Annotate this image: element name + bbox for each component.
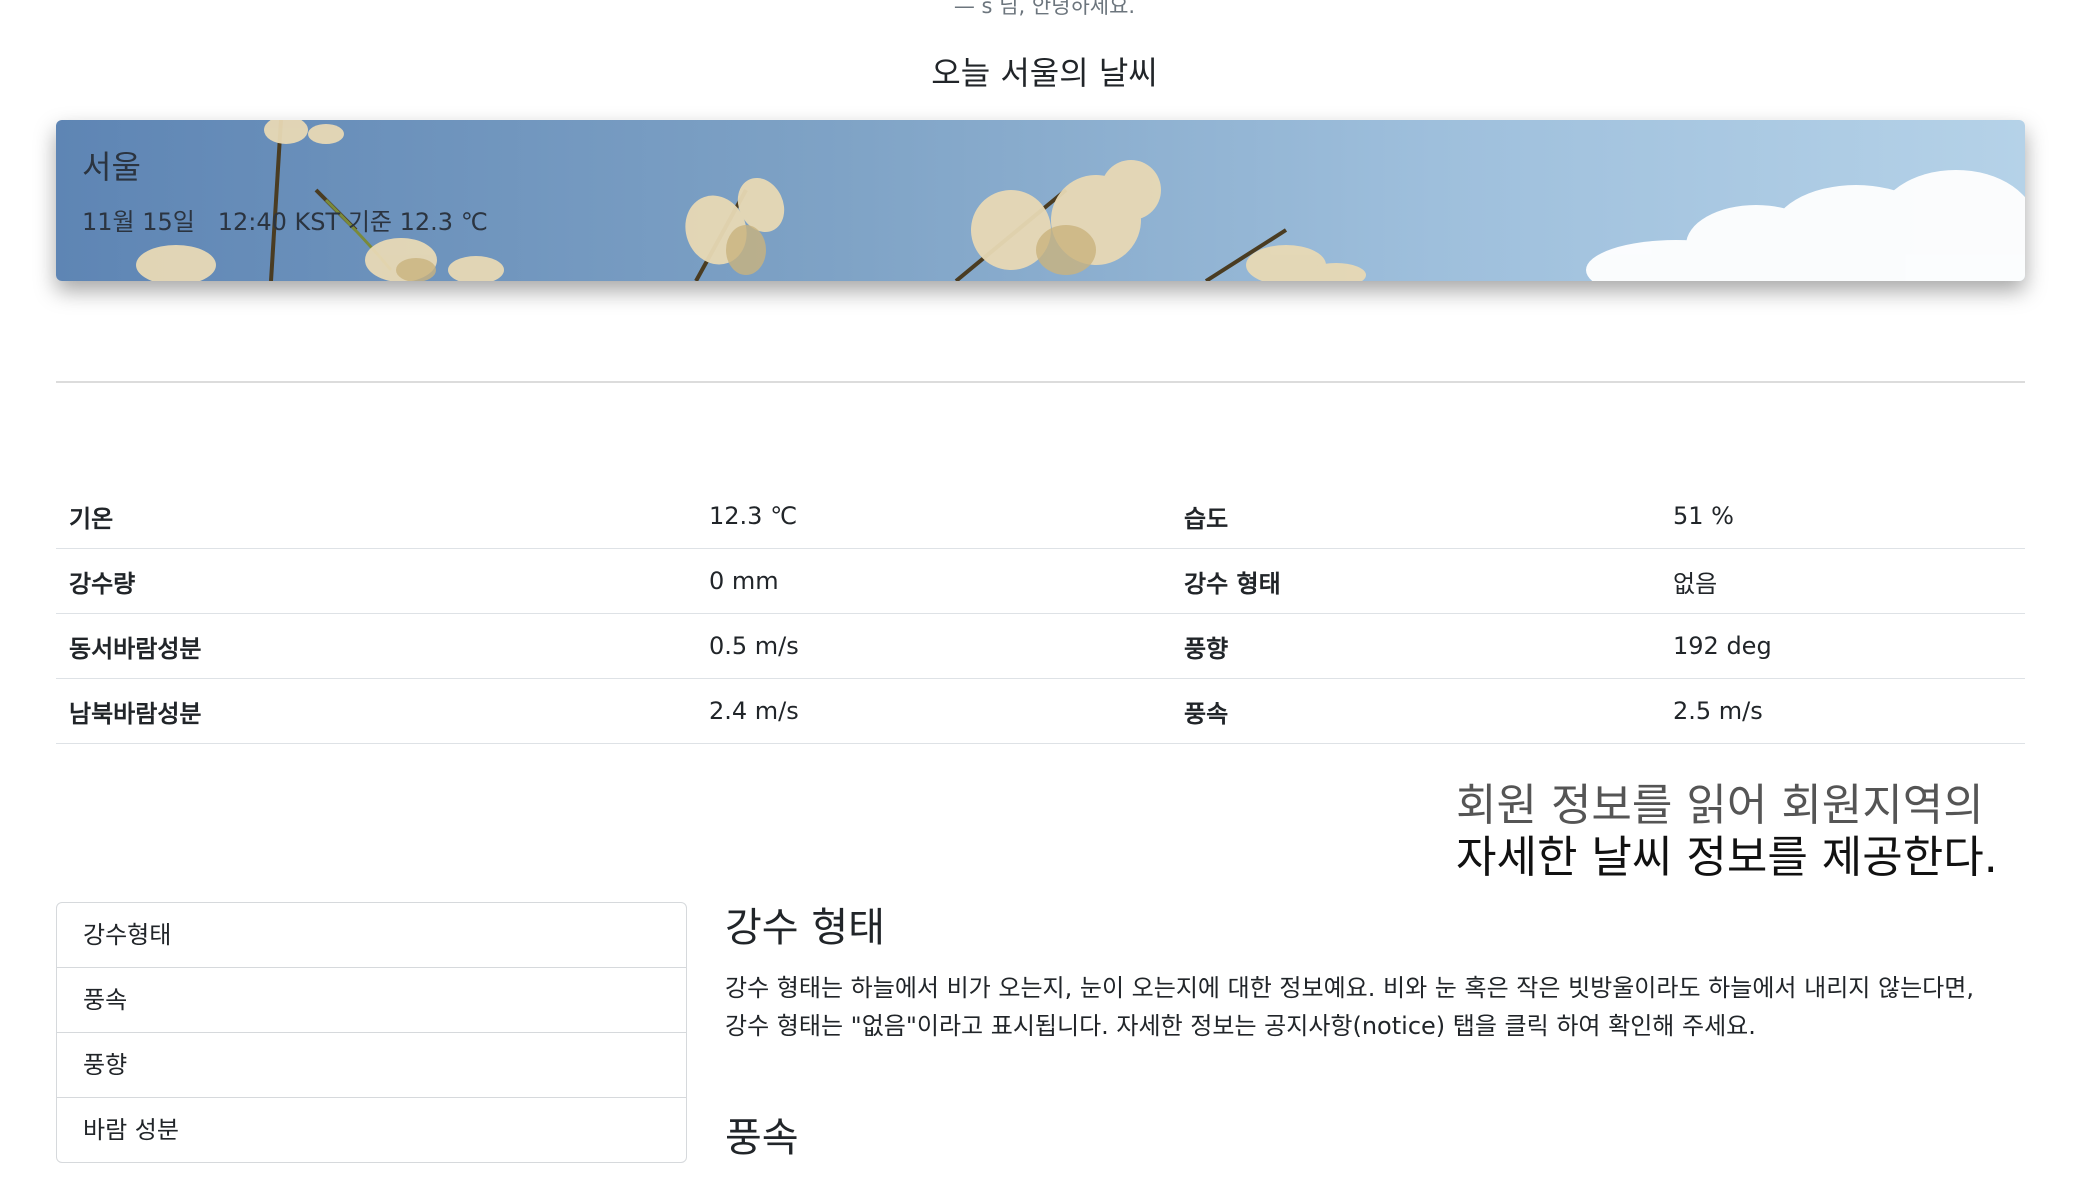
greeting-text: — s 님, 안녕하세요.: [953, 0, 1136, 18]
stat-value: 0 mm: [696, 548, 1171, 614]
list-item-precipitation-type[interactable]: 강수형태: [57, 903, 686, 968]
page: — s 님, 안녕하세요. 오늘 서울의 날씨 서울 11월 15일 12:40…: [0, 0, 2089, 1177]
list-item-wind-direction[interactable]: 풍향: [57, 1033, 686, 1098]
table-row: 남북바람성분 2.4 m/s 풍속 2.5 m/s: [56, 678, 2025, 744]
annotation-line-2: 자세한 날씨 정보를 제공한다.: [1456, 832, 1998, 883]
stat-value: 2.4 m/s: [696, 678, 1171, 744]
stat-value: 51 %: [1660, 484, 2025, 549]
banner-timestamp: 11월 15일 12:40 KST 기준 12.3 ℃: [82, 202, 488, 237]
annotation-note: 회원 정보를 읽어 회원지역의 자세한 날씨 정보를 제공한다.: [1456, 780, 1998, 884]
weather-banner: 서울 11월 15일 12:40 KST 기준 12.3 ℃: [56, 120, 2025, 281]
annotation-line-1: 회원 정보를 읽어 회원지역의: [1456, 780, 1984, 831]
stat-label: 풍속: [1171, 678, 1660, 744]
list-item-wind-component[interactable]: 바람 성분: [57, 1098, 686, 1162]
stat-label: 강수량: [56, 548, 696, 614]
info-list-group: 강수형태 풍속 풍향 바람 성분: [56, 902, 687, 1163]
table-row: 동서바람성분 0.5 m/s 풍향 192 deg: [56, 613, 2025, 679]
stat-value: 없음: [1660, 548, 2025, 614]
stat-value: 2.5 m/s: [1660, 678, 2025, 744]
section-heading-wind-speed: 풍속: [725, 1115, 799, 1161]
table-row: 기온 12.3 ℃ 습도 51 %: [56, 484, 2025, 549]
stat-label: 풍향: [1171, 613, 1660, 679]
paragraph-line: 강수 형태는 하늘에서 비가 오는지, 눈이 오는지에 대한 정보예요. 비와 …: [725, 974, 1974, 1002]
banner-city: 서울: [82, 148, 141, 186]
section-divider: [56, 381, 2025, 383]
stat-value: 192 deg: [1660, 613, 2025, 679]
stat-label: 동서바람성분: [56, 613, 696, 679]
paragraph-line: 강수 형태는 "없음"이라고 표시됩니다. 자세한 정보는 공지사항(notic…: [725, 1012, 1756, 1040]
info-content: 강수 형태 강수 형태는 하늘에서 비가 오는지, 눈이 오는지에 대한 정보예…: [725, 895, 2025, 1163]
pampas-grass-photo: [136, 120, 2025, 281]
weather-stats-table: 기온 12.3 ℃ 습도 51 % 강수량 0 mm 강수 형태 없음 동서바람…: [56, 484, 2025, 744]
banner-temp: 12.3 ℃: [399, 208, 488, 236]
stat-label: 강수 형태: [1171, 548, 1660, 614]
stat-value: 12.3 ℃: [696, 484, 1171, 549]
stat-label: 기온: [56, 484, 696, 549]
stat-label: 습도: [1171, 484, 1660, 549]
section-heading-precipitation: 강수 형태: [725, 905, 885, 951]
stat-label: 남북바람성분: [56, 678, 696, 744]
banner-date: 11월 15일: [82, 208, 195, 236]
table-row: 강수량 0 mm 강수 형태 없음: [56, 548, 2025, 614]
page-title: 오늘 서울의 날씨: [931, 54, 1158, 92]
list-item-wind-speed[interactable]: 풍속: [57, 968, 686, 1033]
stat-value: 0.5 m/s: [696, 613, 1171, 679]
banner-time: 12:40 KST 기준: [217, 208, 392, 236]
section-paragraph: 강수 형태는 하늘에서 비가 오는지, 눈이 오는지에 대한 정보예요. 비와 …: [725, 969, 2025, 1045]
